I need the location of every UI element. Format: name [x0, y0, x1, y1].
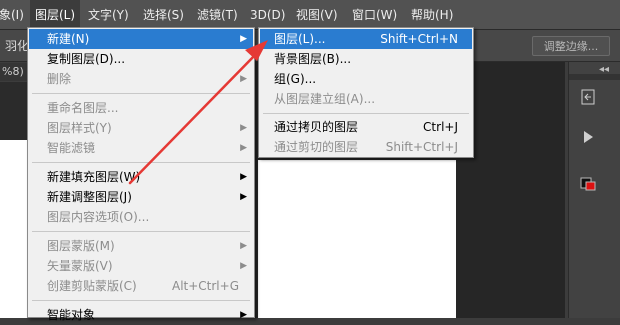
annotation-arrow	[128, 40, 268, 185]
